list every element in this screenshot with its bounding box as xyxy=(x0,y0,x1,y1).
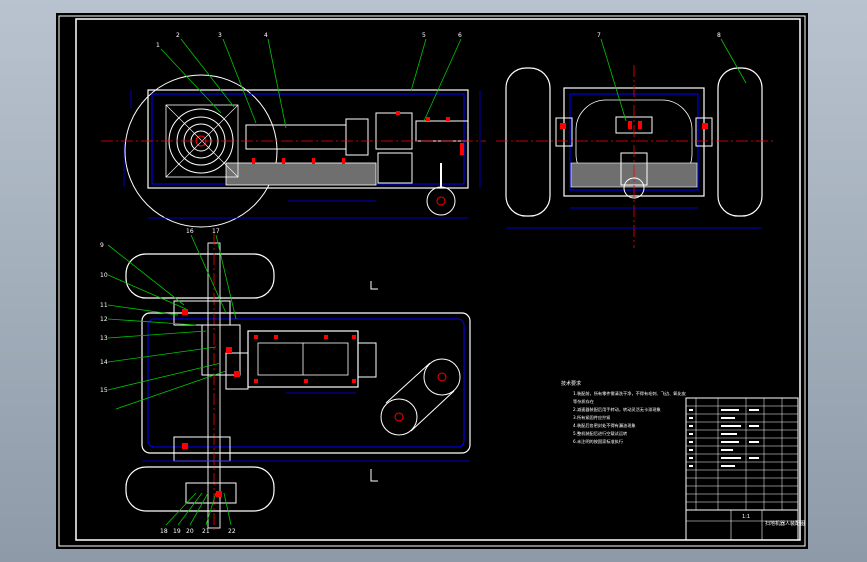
svg-text:6: 6 xyxy=(458,32,462,39)
part-labels-top: 1 2 3 4 5 6 xyxy=(156,32,462,49)
svg-text:14: 14 xyxy=(100,359,108,366)
plan-bottom-wheel xyxy=(125,466,275,512)
technical-notes: 技术要求 1.装配前，所有零件需清洗干净，不得有毛刺、飞边、氧化皮 等杂质存在 … xyxy=(561,380,686,445)
front-view: 7 8 xyxy=(496,32,776,248)
svg-text:等杂质存在: 等杂质存在 xyxy=(573,398,594,405)
plan-top-wheel xyxy=(125,253,275,299)
cad-drawing: 1 2 3 4 5 6 7 8 9 10 11 12 13 14 15 16 1… xyxy=(58,15,806,547)
svg-text:13: 13 xyxy=(100,335,108,342)
cad-viewer: 1 2 3 4 5 6 7 8 9 10 11 12 13 14 15 16 1… xyxy=(0,0,867,562)
title-block: 扫地机器人装配图 1:1 xyxy=(685,397,805,541)
belt-drive xyxy=(380,358,461,436)
svg-text:21: 21 xyxy=(202,528,210,535)
side-section-view: 1 2 3 4 5 6 xyxy=(101,32,486,228)
svg-text:12: 12 xyxy=(100,316,108,323)
drawing-scale: 1:1 xyxy=(742,514,750,520)
svg-text:4: 4 xyxy=(264,32,268,39)
svg-text:8: 8 xyxy=(717,32,721,39)
svg-text:19: 19 xyxy=(173,528,181,535)
caster-wheel xyxy=(426,186,456,216)
svg-text:10: 10 xyxy=(100,272,108,279)
svg-text:15: 15 xyxy=(100,387,108,394)
svg-text:3.所有紧固件应拧紧: 3.所有紧固件应拧紧 xyxy=(573,414,611,421)
svg-text:7: 7 xyxy=(597,32,601,39)
svg-text:2: 2 xyxy=(176,32,180,39)
svg-text:5: 5 xyxy=(422,32,426,39)
part-labels-bottom: 18 19 20 21 22 xyxy=(160,528,236,535)
svg-text:5.整机装配后进行空载试运转: 5.整机装配后进行空载试运转 xyxy=(573,430,627,437)
svg-text:18: 18 xyxy=(160,528,168,535)
svg-text:6.未注明的按国家标准执行: 6.未注明的按国家标准执行 xyxy=(573,438,623,445)
svg-text:2.减速器装配后用手转动，转动灵活无卡滞现象: 2.减速器装配后用手转动，转动灵活无卡滞现象 xyxy=(573,406,661,413)
left-wheel xyxy=(505,67,551,217)
base-block xyxy=(225,162,377,186)
motor-body xyxy=(245,124,347,150)
svg-text:9: 9 xyxy=(100,242,104,249)
svg-text:20: 20 xyxy=(186,528,194,535)
right-wheel xyxy=(717,67,763,217)
plan-view: 9 10 11 12 13 14 15 16 17 18 19 20 21 22 xyxy=(100,228,471,535)
svg-text:11: 11 xyxy=(100,302,108,309)
svg-text:3: 3 xyxy=(218,32,222,39)
svg-text:4.装配后各密封处不得有漏油现象: 4.装配后各密封处不得有漏油现象 xyxy=(573,422,636,429)
svg-text:1: 1 xyxy=(156,42,160,49)
drawing-name: 扫地机器人装配图 xyxy=(765,520,805,527)
svg-text:17: 17 xyxy=(212,228,220,235)
drawing-sheet[interactable]: 1 2 3 4 5 6 7 8 9 10 11 12 13 14 15 16 1… xyxy=(56,13,808,549)
svg-text:1.装配前，所有零件需清洗干净，不得有毛刺、飞边、氧化皮: 1.装配前，所有零件需清洗干净，不得有毛刺、飞边、氧化皮 xyxy=(573,390,686,397)
svg-text:16: 16 xyxy=(186,228,194,235)
svg-text:22: 22 xyxy=(228,528,236,535)
notes-title: 技术要求 xyxy=(561,380,581,387)
